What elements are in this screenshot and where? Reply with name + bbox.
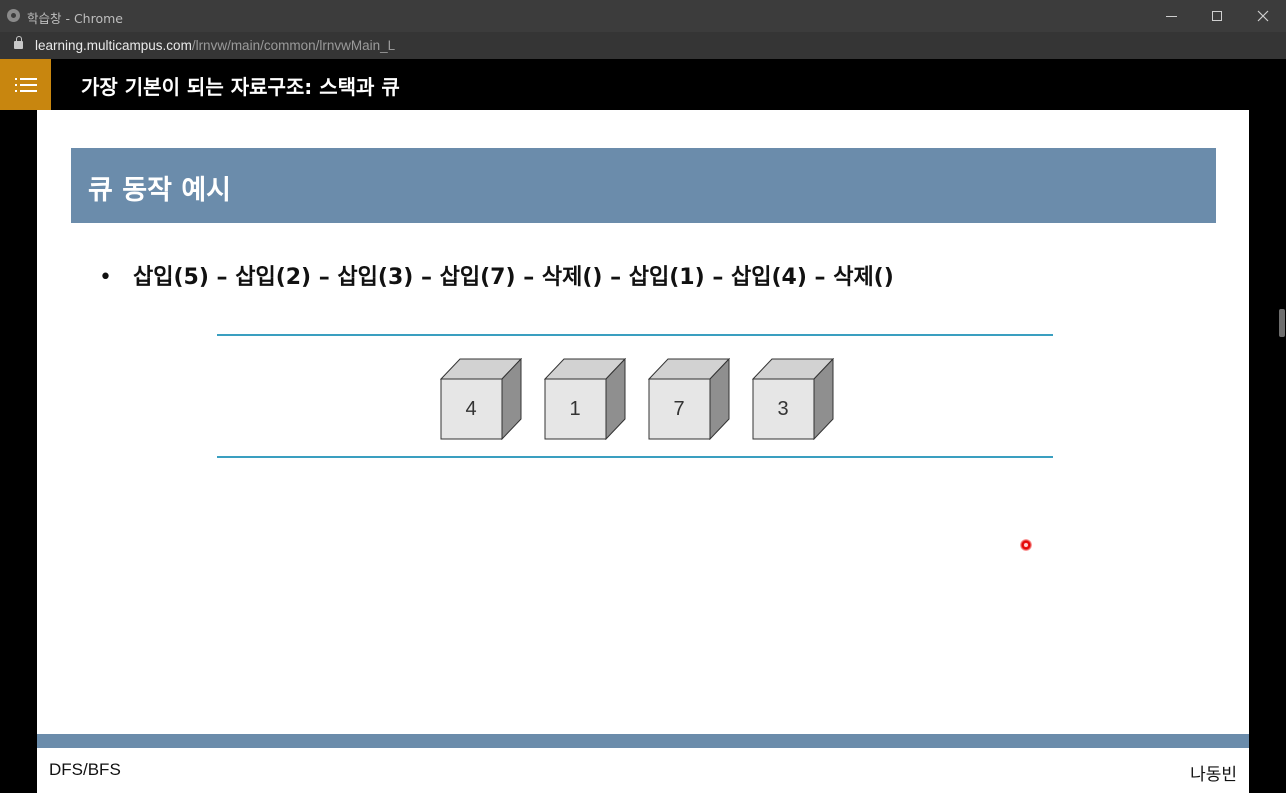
- close-icon: [1257, 10, 1269, 22]
- url-text[interactable]: learning.multicampus.com/lrnvw/main/comm…: [35, 38, 395, 53]
- queue-cube: 1: [544, 358, 626, 440]
- scrollbar-thumb[interactable]: [1279, 309, 1285, 337]
- menu-button[interactable]: [0, 59, 51, 110]
- page-scrollbar[interactable]: [1278, 59, 1286, 793]
- cube-value: 3: [777, 398, 789, 420]
- queue-cube: 7: [648, 358, 730, 440]
- minimize-icon: [1165, 15, 1177, 17]
- laser-pointer-dot: [1020, 539, 1032, 551]
- slide-header-banner: 큐 동작 예시: [71, 148, 1216, 223]
- address-bar[interactable]: learning.multicampus.com/lrnvw/main/comm…: [0, 32, 1286, 59]
- queue-bottom-rail: [217, 456, 1053, 458]
- cube-value: 1: [569, 398, 581, 420]
- maximize-icon: [1212, 11, 1222, 21]
- minimize-button[interactable]: [1148, 0, 1194, 32]
- lock-icon[interactable]: [14, 36, 23, 49]
- lecture-slide: 큐 동작 예시 • 삽입(5) – 삽입(2) – 삽입(3) – 삽입(7) –…: [37, 110, 1249, 793]
- url-host: learning.multicampus.com: [35, 38, 192, 53]
- cube-value: 4: [465, 398, 477, 420]
- app-icon: [7, 9, 20, 22]
- queue-top-rail: [217, 334, 1053, 336]
- slide-title: 큐 동작 예시: [88, 175, 231, 206]
- url-path: /lrnvw/main/common/lrnvwMain_L: [191, 38, 396, 53]
- queue-cube: 4: [440, 358, 522, 440]
- footer-topic: DFS/BFS: [49, 760, 121, 779]
- window-title: 학습창 - Chrome: [27, 11, 123, 26]
- list-icon: [14, 77, 37, 92]
- browser-title-bar: 학습창 - Chrome: [0, 0, 1286, 32]
- footer-author: 나동빈: [1190, 765, 1237, 785]
- maximize-button[interactable]: [1194, 0, 1240, 32]
- course-header: 가장 기본이 되는 자료구조: 스택과 큐: [0, 59, 1286, 110]
- operation-sequence: • 삽입(5) – 삽입(2) – 삽입(3) – 삽입(7) – 삭제() – …: [99, 259, 894, 291]
- bullet-marker: •: [99, 265, 112, 290]
- course-title: 가장 기본이 되는 자료구조: 스택과 큐: [81, 75, 400, 99]
- operation-sequence-text: 삽입(5) – 삽입(2) – 삽입(3) – 삽입(7) – 삭제() – 삽…: [133, 265, 894, 290]
- close-button[interactable]: [1240, 0, 1286, 32]
- cube-value: 7: [673, 398, 685, 420]
- queue-cube: 3: [752, 358, 834, 440]
- slide-footer-bar: [37, 734, 1249, 748]
